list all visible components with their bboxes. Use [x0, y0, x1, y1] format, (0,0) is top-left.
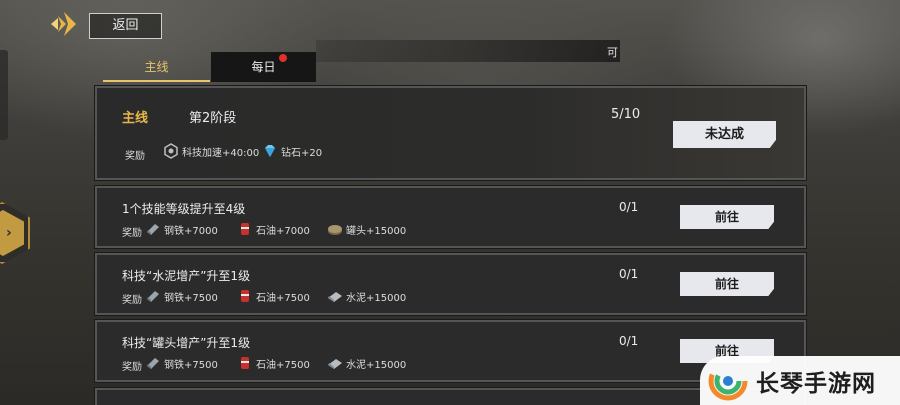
reward-text: 钢铁+7500	[164, 359, 218, 371]
oil-icon	[241, 223, 249, 235]
tab-daily[interactable]: 每日	[211, 52, 316, 82]
main-quest-progress: 5/10	[611, 107, 641, 122]
reward-text: 石油+7500	[256, 292, 310, 304]
steel-icon	[147, 358, 159, 369]
cement-icon	[328, 292, 342, 302]
reward-text: 水泥+15000	[346, 292, 407, 304]
task-row: 科技“罐头增产”升至1级 0/1 奖励 钢铁+7500 石油+7500 水泥+1…	[94, 319, 807, 383]
task-row: 1个技能等级提升至4级 0/1 奖励 钢铁+7000 石油+7000 罐头+15…	[94, 185, 807, 249]
steel-icon	[147, 224, 159, 235]
reward-item: 钻石+20	[262, 143, 322, 159]
task-title: 科技“罐头增产”升至1级	[122, 336, 251, 350]
task-progress: 0/1	[619, 200, 639, 214]
reward-label: 奖励	[122, 228, 142, 239]
steel-icon	[147, 291, 159, 302]
main-quest-category: 主线	[122, 111, 149, 126]
reward-text: 石油+7000	[256, 225, 310, 237]
reward-text: 科技加速+40:00	[182, 147, 260, 159]
reward-label: 奖励	[122, 295, 142, 306]
go-button[interactable]: 前往	[680, 272, 774, 296]
watermark-text: 长琴手游网	[756, 370, 876, 397]
back-arrow-icon[interactable]	[48, 10, 78, 38]
task-title: 科技“水泥增产”升至1级	[122, 269, 251, 283]
diamond-icon	[265, 145, 275, 157]
reward-text: 钻石+20	[281, 147, 323, 159]
main-quest-panel: 主线 第2阶段 5/10 奖励 科技加速+40:00 钻石+20 未达成	[94, 85, 807, 181]
main-quest-stage: 第2阶段	[189, 111, 237, 126]
reward-item: 石油+7000	[237, 221, 310, 237]
reward-text: 钢铁+7500	[164, 292, 218, 304]
reward-text: 罐头+15000	[346, 225, 407, 237]
reward-item: 罐头+15000	[327, 221, 406, 237]
oil-icon	[241, 357, 249, 369]
top-info-bar: 可	[316, 40, 620, 62]
reward-text: 石油+7500	[256, 359, 310, 371]
site-watermark: 长琴手游网	[700, 356, 900, 405]
reward-label: 奖励	[125, 151, 145, 162]
reward-item: 科技加速+40:00	[163, 143, 259, 159]
reward-label: 奖励	[122, 362, 142, 373]
tech-speedup-icon	[164, 143, 178, 159]
task-progress: 0/1	[619, 267, 639, 281]
canned-food-icon	[328, 225, 342, 235]
reward-item: 水泥+15000	[327, 288, 406, 304]
go-button[interactable]: 前往	[680, 205, 774, 229]
reward-item: 钢铁+7500	[145, 355, 218, 371]
tab-main-quest[interactable]: 主线	[103, 52, 210, 82]
top-bar-label: 可	[607, 46, 618, 59]
task-row: 科技“水泥增产”升至1级 0/1 奖励 钢铁+7500 石油+7500 水泥+1…	[94, 252, 807, 316]
back-button[interactable]: 返回	[89, 13, 162, 39]
reward-text: 钢铁+7000	[164, 225, 218, 237]
reward-item: 钢铁+7500	[145, 288, 218, 304]
reward-item: 石油+7500	[237, 288, 310, 304]
chevron-right-icon: ›	[6, 225, 12, 241]
watermark-logo-icon	[708, 361, 748, 400]
cement-icon	[328, 359, 342, 369]
oil-icon	[241, 290, 249, 302]
notification-dot	[279, 54, 287, 62]
status-button-not-achieved[interactable]: 未达成	[673, 121, 776, 148]
reward-item: 石油+7500	[237, 355, 310, 371]
side-handle[interactable]	[0, 50, 8, 140]
reward-text: 水泥+15000	[346, 359, 407, 371]
task-title: 1个技能等级提升至4级	[122, 202, 246, 216]
reward-item: 水泥+15000	[327, 355, 406, 371]
task-progress: 0/1	[619, 334, 639, 348]
reward-item: 钢铁+7000	[145, 221, 218, 237]
